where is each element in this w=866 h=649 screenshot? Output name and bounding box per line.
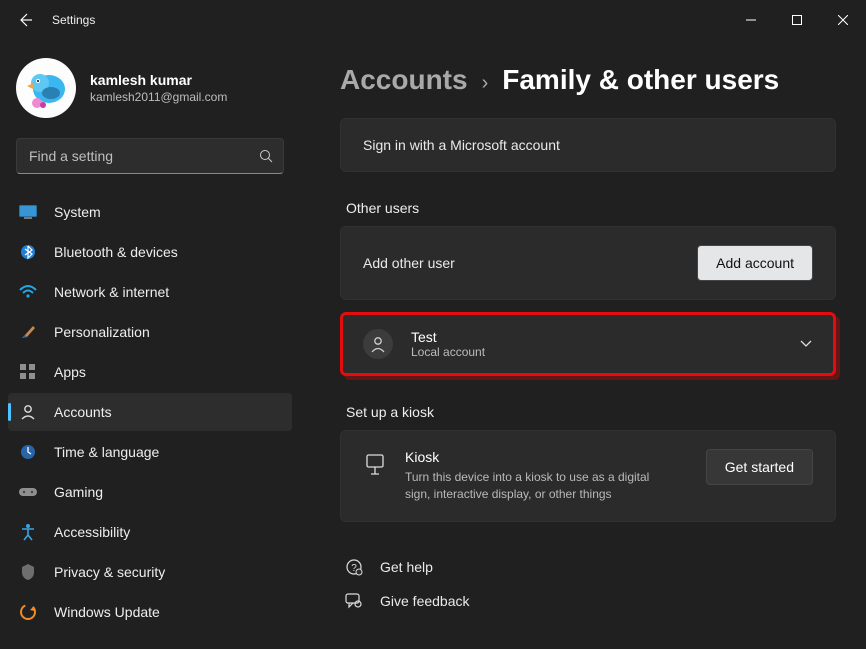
accessibility-icon [18,522,38,542]
accounts-icon [18,402,38,422]
bird-avatar-icon [21,63,71,113]
search-box[interactable] [16,138,284,174]
feedback-icon [344,593,364,609]
sidebar-item-label: Bluetooth & devices [54,244,178,260]
add-account-button[interactable]: Add account [697,245,813,281]
bluetooth-icon [18,242,38,262]
sidebar-item-privacy[interactable]: Privacy & security [8,553,292,591]
shield-icon [18,562,38,582]
signin-card[interactable]: Sign in with a Microsoft account [340,118,836,172]
system-icon [18,202,38,222]
get-started-button[interactable]: Get started [706,449,813,485]
person-icon [363,329,393,359]
help-icon: ? [344,558,364,576]
kiosk-card: Kiosk Turn this device into a kiosk to u… [340,430,836,522]
search-input[interactable] [27,147,259,165]
breadcrumb-parent[interactable]: Accounts [340,64,468,96]
page-title: Family & other users [502,64,779,96]
user-entry-name: Test [411,329,799,345]
back-arrow-icon [17,12,33,28]
kiosk-description: Turn this device into a kiosk to use as … [405,469,655,503]
sidebar-item-label: System [54,204,101,220]
apps-icon [18,362,38,382]
nav-list: System Bluetooth & devices Network & int… [8,192,292,632]
clock-globe-icon [18,442,38,462]
other-users-heading: Other users [346,200,836,216]
sidebar-item-label: Accessibility [54,524,130,540]
sidebar-item-label: Gaming [54,484,103,500]
sidebar-item-time-language[interactable]: Time & language [8,433,292,471]
sidebar-item-personalization[interactable]: Personalization [8,313,292,351]
sidebar-item-label: Privacy & security [54,564,165,580]
sidebar-item-windows-update[interactable]: Windows Update [8,593,292,631]
paintbrush-icon [18,322,38,342]
signin-text: Sign in with a Microsoft account [363,137,560,153]
user-entry-subtitle: Local account [411,345,799,359]
sidebar-item-system[interactable]: System [8,193,292,231]
sidebar-item-network[interactable]: Network & internet [8,273,292,311]
sidebar-item-accounts[interactable]: Accounts [8,393,292,431]
sidebar-item-label: Time & language [54,444,159,460]
minimize-button[interactable] [728,0,774,40]
close-button[interactable] [820,0,866,40]
add-other-user-row: Add other user Add account [340,226,836,300]
sidebar-item-label: Accounts [54,404,112,420]
sidebar-item-label: Windows Update [54,604,160,620]
breadcrumb: Accounts › Family & other users [340,64,836,96]
maximize-button[interactable] [774,0,820,40]
gamepad-icon [18,482,38,502]
sidebar-item-label: Personalization [54,324,150,340]
give-feedback-link[interactable]: Give feedback [344,584,836,618]
kiosk-icon [363,453,387,477]
sidebar-item-apps[interactable]: Apps [8,353,292,391]
back-button[interactable] [10,5,40,35]
user-avatar [16,58,76,118]
user-profile[interactable]: kamlesh kumar kamlesh2011@gmail.com [8,56,292,136]
search-icon [259,149,273,163]
sidebar-item-accessibility[interactable]: Accessibility [8,513,292,551]
sidebar-item-label: Network & internet [54,284,169,300]
wifi-icon [18,282,38,302]
get-help-link[interactable]: ? Get help [344,550,836,584]
sidebar-item-bluetooth[interactable]: Bluetooth & devices [8,233,292,271]
add-other-user-label: Add other user [363,255,455,271]
user-name: kamlesh kumar [90,72,227,88]
user-email: kamlesh2011@gmail.com [90,90,227,104]
sidebar-item-label: Apps [54,364,86,380]
user-entry-test[interactable]: Test Local account [340,312,836,376]
get-help-label: Get help [380,559,433,575]
window-title: Settings [52,13,95,27]
chevron-right-icon: › [482,72,489,95]
give-feedback-label: Give feedback [380,593,470,609]
update-icon [18,602,38,622]
kiosk-heading: Set up a kiosk [346,404,836,420]
kiosk-title: Kiosk [405,449,706,465]
chevron-down-icon [799,337,813,351]
sidebar-item-gaming[interactable]: Gaming [8,473,292,511]
